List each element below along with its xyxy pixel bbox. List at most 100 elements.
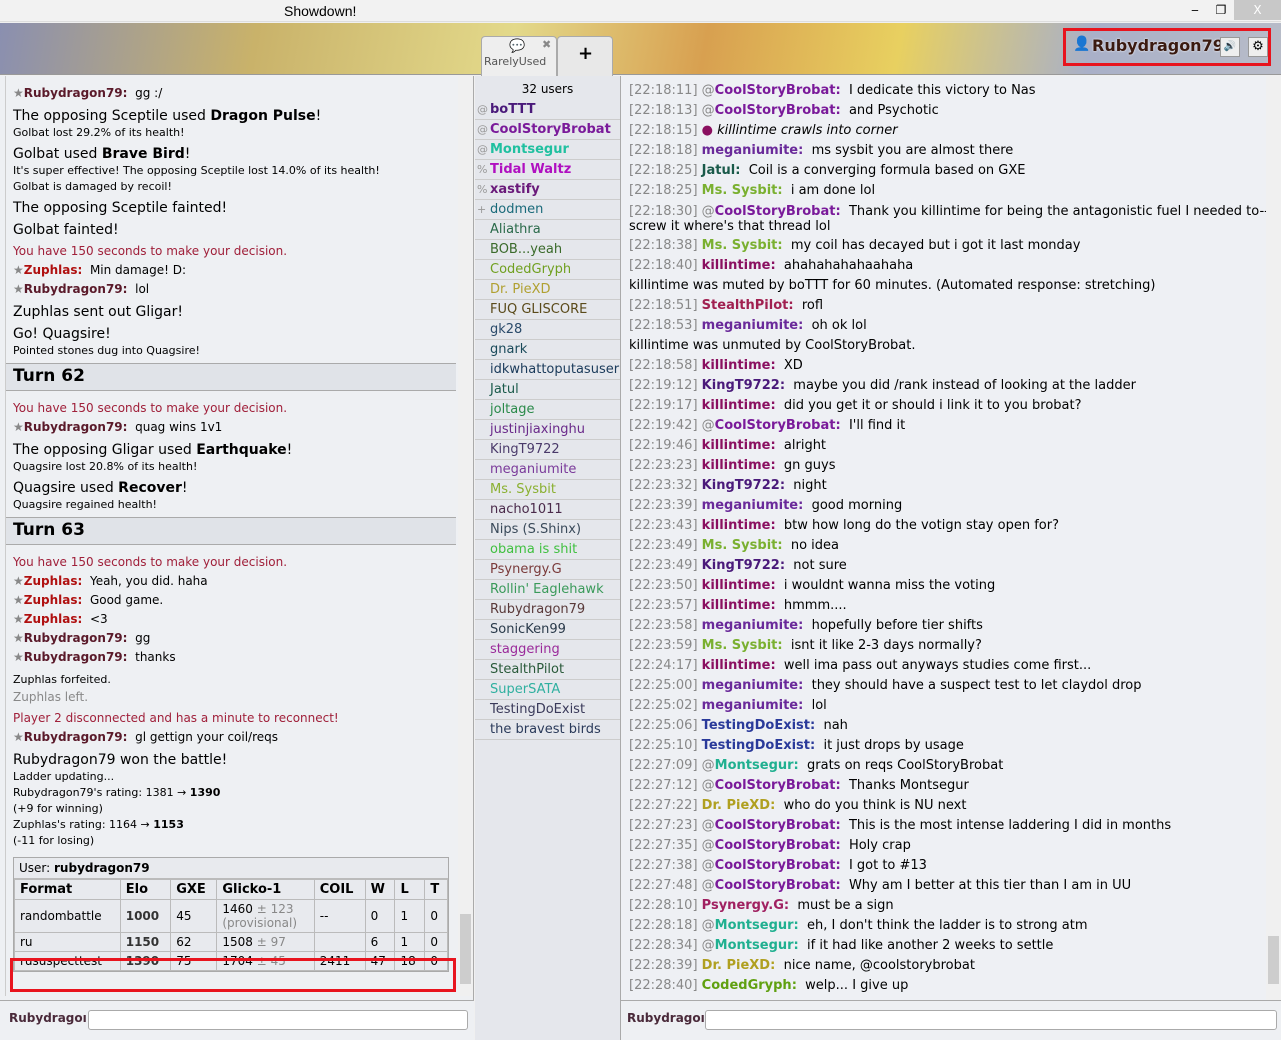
- userlist-name[interactable]: Rubydragon79: [490, 602, 585, 617]
- userlist-name[interactable]: Dr. PieXD: [490, 282, 551, 297]
- userlist-item[interactable]: justinjiaxinghu: [475, 420, 620, 440]
- userlist-item[interactable]: SonicKen99: [475, 620, 620, 640]
- userlist-name[interactable]: xastify: [490, 182, 540, 197]
- log-username[interactable]: Zuphlas: [24, 574, 78, 588]
- userlist-name[interactable]: FUQ GLISCORE: [490, 302, 587, 317]
- userlist-name[interactable]: Montsegur: [490, 142, 569, 157]
- chat-username[interactable]: meganiumite: [702, 698, 798, 713]
- userlist-name[interactable]: gnark: [490, 342, 527, 357]
- userlist-name[interactable]: dodmen: [490, 202, 543, 217]
- userlist-name[interactable]: CodedGryph: [490, 262, 571, 277]
- userlist-item[interactable]: % Tidal Waltz: [475, 160, 620, 180]
- log-username[interactable]: Rubydragon79: [24, 650, 123, 664]
- chat-username[interactable]: killintime: [702, 598, 771, 613]
- chat-username[interactable]: Montsegur: [715, 758, 794, 773]
- userlist-name[interactable]: staggering: [490, 642, 560, 657]
- userlist-item[interactable]: Dr. PieXD: [475, 280, 620, 300]
- userlist-item[interactable]: Psynergy.G: [475, 560, 620, 580]
- log-username[interactable]: Rubydragon79: [24, 282, 123, 296]
- chat-username[interactable]: CoolStoryBrobat: [715, 204, 836, 219]
- scroll-thumb[interactable]: [1268, 936, 1279, 984]
- userlist-item[interactable]: gk28: [475, 320, 620, 340]
- chat-username[interactable]: CoolStoryBrobat: [715, 878, 836, 893]
- chat-username[interactable]: Ms. Sysbit: [702, 538, 778, 553]
- userlist-name[interactable]: Ms. Sysbit: [490, 482, 556, 497]
- userlist-item[interactable]: CodedGryph: [475, 260, 620, 280]
- chat-username[interactable]: killintime: [702, 578, 771, 593]
- chat-username[interactable]: KingT9722: [702, 558, 780, 573]
- new-tab-button[interactable]: +: [557, 36, 613, 76]
- userlist-name[interactable]: gk28: [490, 322, 522, 337]
- log-username[interactable]: Zuphlas: [24, 593, 78, 607]
- userlist-item[interactable]: nacho1011: [475, 500, 620, 520]
- userlist-item[interactable]: BOB...yeah: [475, 240, 620, 260]
- chat-username[interactable]: meganiumite: [702, 498, 798, 513]
- userlist-name[interactable]: BOB...yeah: [490, 242, 562, 257]
- tab-rarelyused[interactable]: 💬 ✖ RarelyUsed: [481, 36, 557, 76]
- chat-scrollbar[interactable]: [1266, 76, 1281, 1000]
- chat-username[interactable]: killintime: [702, 658, 771, 673]
- userlist-item[interactable]: + dodmen: [475, 200, 620, 220]
- userlist-item[interactable]: Rubydragon79: [475, 600, 620, 620]
- close-tab-icon[interactable]: ✖: [542, 38, 551, 51]
- userlist-item[interactable]: staggering: [475, 640, 620, 660]
- chat-username[interactable]: Ms. Sysbit: [702, 238, 778, 253]
- log-username[interactable]: Rubydragon79: [24, 420, 123, 434]
- chat-username[interactable]: Dr. PieXD: [702, 798, 770, 813]
- userlist-item[interactable]: @ Montsegur: [475, 140, 620, 160]
- userlist-item[interactable]: joltage: [475, 400, 620, 420]
- minimize-button[interactable]: ‒: [1181, 0, 1209, 20]
- gear-icon[interactable]: ⚙: [1248, 37, 1268, 57]
- scroll-thumb[interactable]: [460, 914, 471, 984]
- chat-username[interactable]: Psynergy.G: [702, 898, 784, 913]
- userlist-name[interactable]: KingT9722: [490, 442, 560, 457]
- chat-username[interactable]: killintime: [702, 398, 771, 413]
- userlist-item[interactable]: Jatul: [475, 380, 620, 400]
- log-username[interactable]: Zuphlas: [24, 612, 78, 626]
- chat-username[interactable]: KingT9722: [702, 478, 780, 493]
- userlist-item[interactable]: TestingDoExist: [475, 700, 620, 720]
- chat-username[interactable]: Jatul: [702, 163, 736, 178]
- userlist-item[interactable]: Rollin' Eaglehawk: [475, 580, 620, 600]
- maximize-button[interactable]: ❐: [1207, 0, 1235, 20]
- chat-username[interactable]: Dr. PieXD: [702, 958, 770, 973]
- username-button[interactable]: Rubydragon79: [1092, 36, 1224, 55]
- userlist-name[interactable]: meganiumite: [490, 462, 576, 477]
- userlist-item[interactable]: @ CoolStoryBrobat: [475, 120, 620, 140]
- chat-username[interactable]: killintime: [702, 458, 771, 473]
- chat-username[interactable]: killintime: [702, 358, 771, 373]
- battle-chat-input[interactable]: [88, 1010, 468, 1030]
- userlist-name[interactable]: obama is shit: [490, 542, 577, 557]
- chat-username[interactable]: killintime: [702, 438, 771, 453]
- log-username[interactable]: Zuphlas: [24, 263, 78, 277]
- chat-username[interactable]: CoolStoryBrobat: [715, 83, 836, 98]
- chat-username[interactable]: CoolStoryBrobat: [715, 838, 836, 853]
- userlist-item[interactable]: KingT9722: [475, 440, 620, 460]
- userlist-item[interactable]: the bravest birds: [475, 720, 620, 740]
- chat-username[interactable]: CoolStoryBrobat: [715, 778, 836, 793]
- chat-username[interactable]: killintime: [702, 518, 771, 533]
- userlist-item[interactable]: FUQ GLISCORE: [475, 300, 620, 320]
- userlist-item[interactable]: SuperSATA: [475, 680, 620, 700]
- userlist-item[interactable]: Ms. Sysbit: [475, 480, 620, 500]
- chat-username[interactable]: KingT9722: [702, 378, 780, 393]
- chat-username[interactable]: TestingDoExist: [702, 738, 810, 753]
- chat-username[interactable]: meganiumite: [702, 618, 798, 633]
- chat-username[interactable]: Ms. Sysbit: [702, 638, 778, 653]
- userlist-name[interactable]: Aliathra: [490, 222, 541, 237]
- chat-username[interactable]: CodedGryph: [702, 978, 792, 993]
- userlist-name[interactable]: boTTT: [490, 102, 535, 117]
- chat-username[interactable]: CoolStoryBrobat: [715, 858, 836, 873]
- userlist-name[interactable]: Psynergy.G: [490, 562, 562, 577]
- battle-log-scrollbar[interactable]: [458, 76, 473, 996]
- log-username[interactable]: Rubydragon79: [24, 631, 123, 645]
- userlist-name[interactable]: Nips (S.Shinx): [490, 522, 581, 537]
- chat-username[interactable]: CoolStoryBrobat: [715, 103, 836, 118]
- userlist-item[interactable]: Nips (S.Shinx): [475, 520, 620, 540]
- userlist-name[interactable]: nacho1011: [490, 502, 563, 517]
- chat-username[interactable]: meganiumite: [702, 678, 798, 693]
- userlist-item[interactable]: StealthPilot: [475, 660, 620, 680]
- userlist-name[interactable]: SonicKen99: [490, 622, 566, 637]
- userlist-item[interactable]: Aliathra: [475, 220, 620, 240]
- userlist-item[interactable]: meganiumite: [475, 460, 620, 480]
